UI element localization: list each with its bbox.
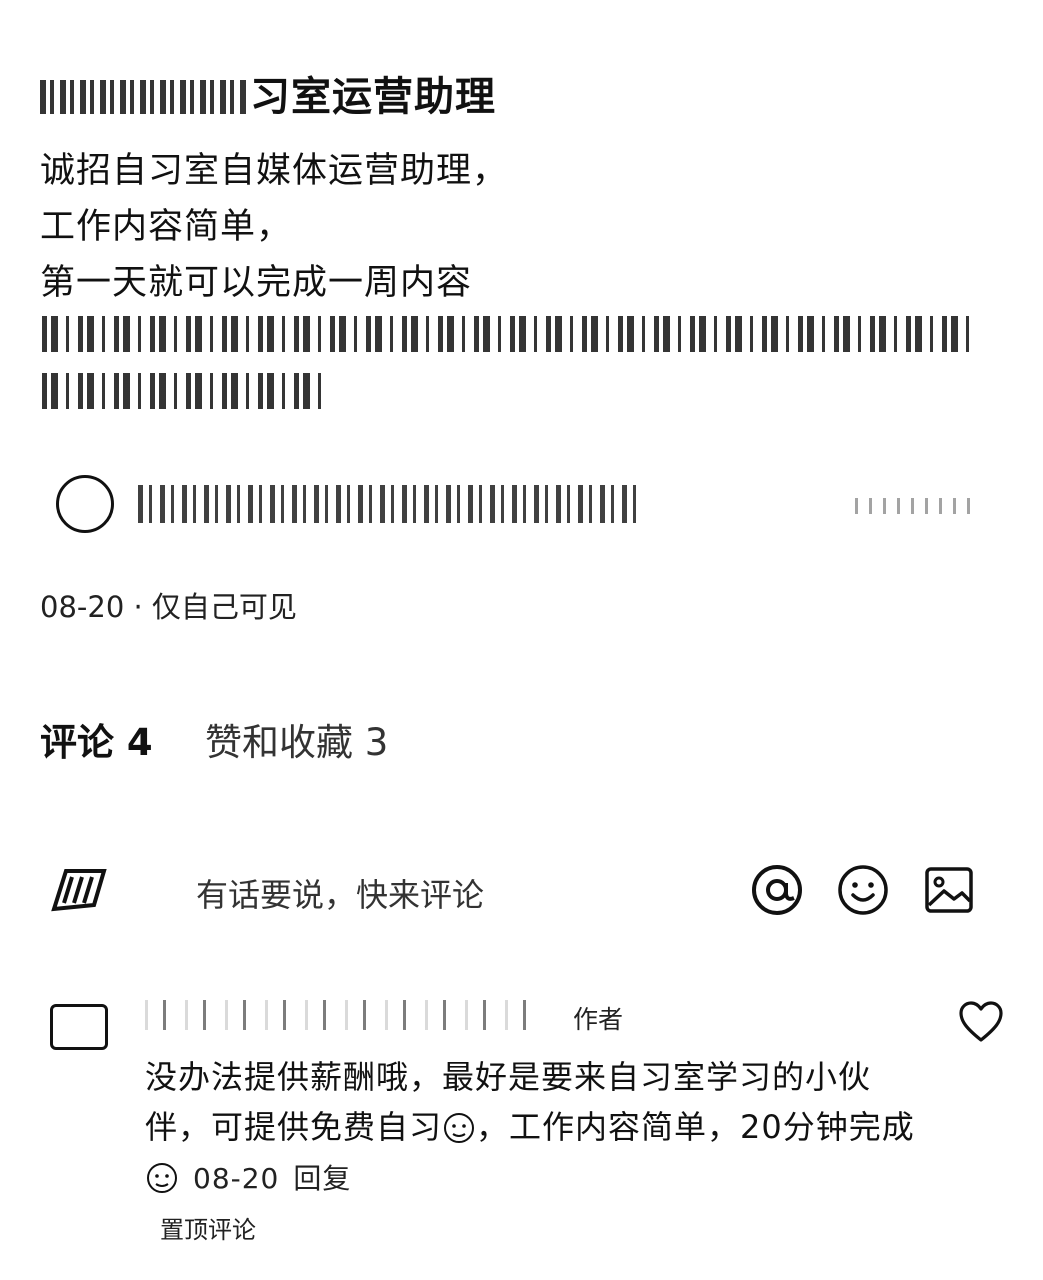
censored-mention-extra (855, 498, 970, 514)
post-title-text: 习室运营助理 (250, 74, 496, 120)
reply-button[interactable]: 回复 (293, 1162, 351, 1195)
censored-title-prefix (40, 80, 250, 114)
tab-comments[interactable]: 评论 4 (40, 712, 153, 766)
author-badge: 作者 (573, 1005, 624, 1034)
heart-icon[interactable] (958, 1000, 1004, 1044)
pinned-comment-label: 置顶评论 (160, 1216, 256, 1244)
censored-line (42, 373, 324, 409)
smile-icon[interactable] (836, 863, 890, 917)
mention-avatar[interactable] (56, 475, 114, 533)
image-icon[interactable] (922, 863, 976, 917)
comment-time: 08-20 (193, 1162, 280, 1195)
commenter-avatar[interactable] (50, 1004, 108, 1050)
censored-line (42, 316, 972, 352)
post-line-2: 工作内容简单， (40, 207, 293, 247)
user-avatar-logo (51, 869, 107, 912)
post-meta: 08-20 · 仅自己可见 (40, 590, 297, 624)
comment-text: 没办法提供薪酬哦，最好是要来自习室学习的小伙伴，可提供免费自习 ，工作内容简单，2… (145, 1058, 915, 1195)
tab-likes-collections[interactable]: 赞和收藏 3 (205, 712, 388, 766)
post-line-3: 第一天就可以完成一周内容 (40, 263, 473, 303)
post-title: 习室运营助理 (40, 64, 496, 122)
comment-input[interactable]: 有话要说，快来评论 (196, 870, 484, 916)
emoji-icon (444, 1113, 475, 1143)
censored-mention-text[interactable] (138, 485, 638, 523)
at-icon[interactable] (750, 863, 804, 917)
emoji-icon (147, 1163, 177, 1193)
post-line-1: 诚招自习室自媒体运营助理， (40, 151, 509, 191)
censored-commenter-name[interactable] (145, 1000, 535, 1030)
